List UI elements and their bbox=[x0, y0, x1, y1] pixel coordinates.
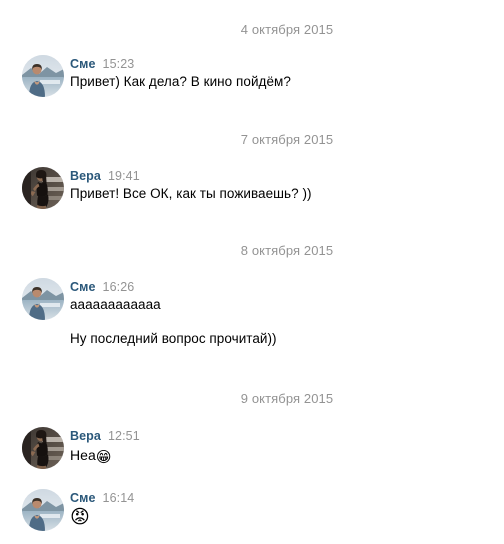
message-row[interactable]: Сме 16:14 😡 bbox=[0, 489, 504, 531]
message-row[interactable]: Вера 12:51 Неа😁 bbox=[0, 427, 504, 469]
avatar-man-lake[interactable] bbox=[22, 278, 64, 320]
avatar-cell[interactable] bbox=[0, 167, 70, 209]
pouting-angry-face-emoji: 😡 bbox=[70, 507, 90, 528]
message-row[interactable]: Сме 16:26 aaaaaaaaaaaa Ну последний вопро… bbox=[0, 278, 504, 348]
avatar-woman-dark-dress[interactable] bbox=[22, 167, 64, 209]
avatar-man-lake[interactable] bbox=[22, 55, 64, 97]
avatar-cell[interactable] bbox=[0, 427, 70, 469]
message-text: Привет! Все ОК, как ты поживаешь? )) bbox=[70, 186, 312, 201]
message-author[interactable]: Сме bbox=[70, 57, 96, 71]
message-author[interactable]: Сме bbox=[70, 280, 96, 294]
message-time: 15:23 bbox=[102, 57, 135, 71]
message-row[interactable]: Вера 19:41 Привет! Все ОК, как ты поживае… bbox=[0, 167, 504, 209]
date-separator-label: 4 октября 2015 bbox=[240, 22, 334, 37]
date-separator-label: 7 октября 2015 bbox=[240, 132, 334, 147]
message-text: Привет) Как дела? В кино пойдём? bbox=[70, 74, 291, 89]
conversation-thread: 4 октября 2015 Сме 15:23 Привет) Как дел… bbox=[0, 0, 504, 544]
date-separator-label: 8 октября 2015 bbox=[240, 243, 334, 258]
message-text: aaaaaaaaaaaa bbox=[70, 297, 161, 312]
date-separator: 9 октября 2015 bbox=[0, 391, 504, 407]
date-separator: 8 октября 2015 bbox=[0, 243, 504, 259]
message-body: Сме 16:26 aaaaaaaaaaaa Ну последний вопро… bbox=[70, 278, 504, 348]
message-header: Вера 19:41 bbox=[70, 168, 504, 184]
avatar-cell[interactable] bbox=[0, 278, 70, 320]
message-time: 19:41 bbox=[107, 169, 140, 183]
message-time: 16:14 bbox=[102, 491, 135, 505]
message-row[interactable]: Сме 15:23 Привет) Как дела? В кино пойдём… bbox=[0, 55, 504, 97]
message-header: Сме 16:26 bbox=[70, 279, 504, 295]
message-header: Сме 16:14 bbox=[70, 490, 504, 506]
message-time: 16:26 bbox=[102, 280, 135, 294]
message-text: Неа😁 bbox=[70, 445, 504, 468]
date-separator: 7 октября 2015 bbox=[0, 132, 504, 148]
message-body: Сме 15:23 Привет) Как дела? В кино пойдём… bbox=[70, 55, 504, 91]
message-header: Сме 15:23 bbox=[70, 56, 504, 72]
date-separator: 4 октября 2015 bbox=[0, 22, 504, 38]
message-body: Вера 12:51 Неа😁 bbox=[70, 427, 504, 468]
date-separator-label: 9 октября 2015 bbox=[240, 391, 334, 406]
message-body: Сме 16:14 😡 bbox=[70, 489, 504, 529]
message-time: 12:51 bbox=[107, 429, 140, 443]
message-author[interactable]: Вера bbox=[70, 169, 101, 183]
message-text-content: Неа bbox=[70, 447, 96, 463]
avatar-cell[interactable] bbox=[0, 489, 70, 531]
message-body: Вера 19:41 Привет! Все ОК, как ты поживае… bbox=[70, 167, 504, 203]
avatar-man-lake[interactable] bbox=[22, 489, 64, 531]
grinning-face-with-smiling-eyes-emoji: 😁 bbox=[95, 449, 112, 466]
message-author[interactable]: Вера bbox=[70, 429, 101, 443]
message-text: 😡 bbox=[70, 507, 504, 529]
avatar-cell[interactable] bbox=[0, 55, 70, 97]
avatar-woman-dark-dress[interactable] bbox=[22, 427, 64, 469]
message-header: Вера 12:51 bbox=[70, 428, 504, 444]
message-text: Ну последний вопрос прочитай)) bbox=[70, 331, 277, 346]
message-author[interactable]: Сме bbox=[70, 491, 96, 505]
